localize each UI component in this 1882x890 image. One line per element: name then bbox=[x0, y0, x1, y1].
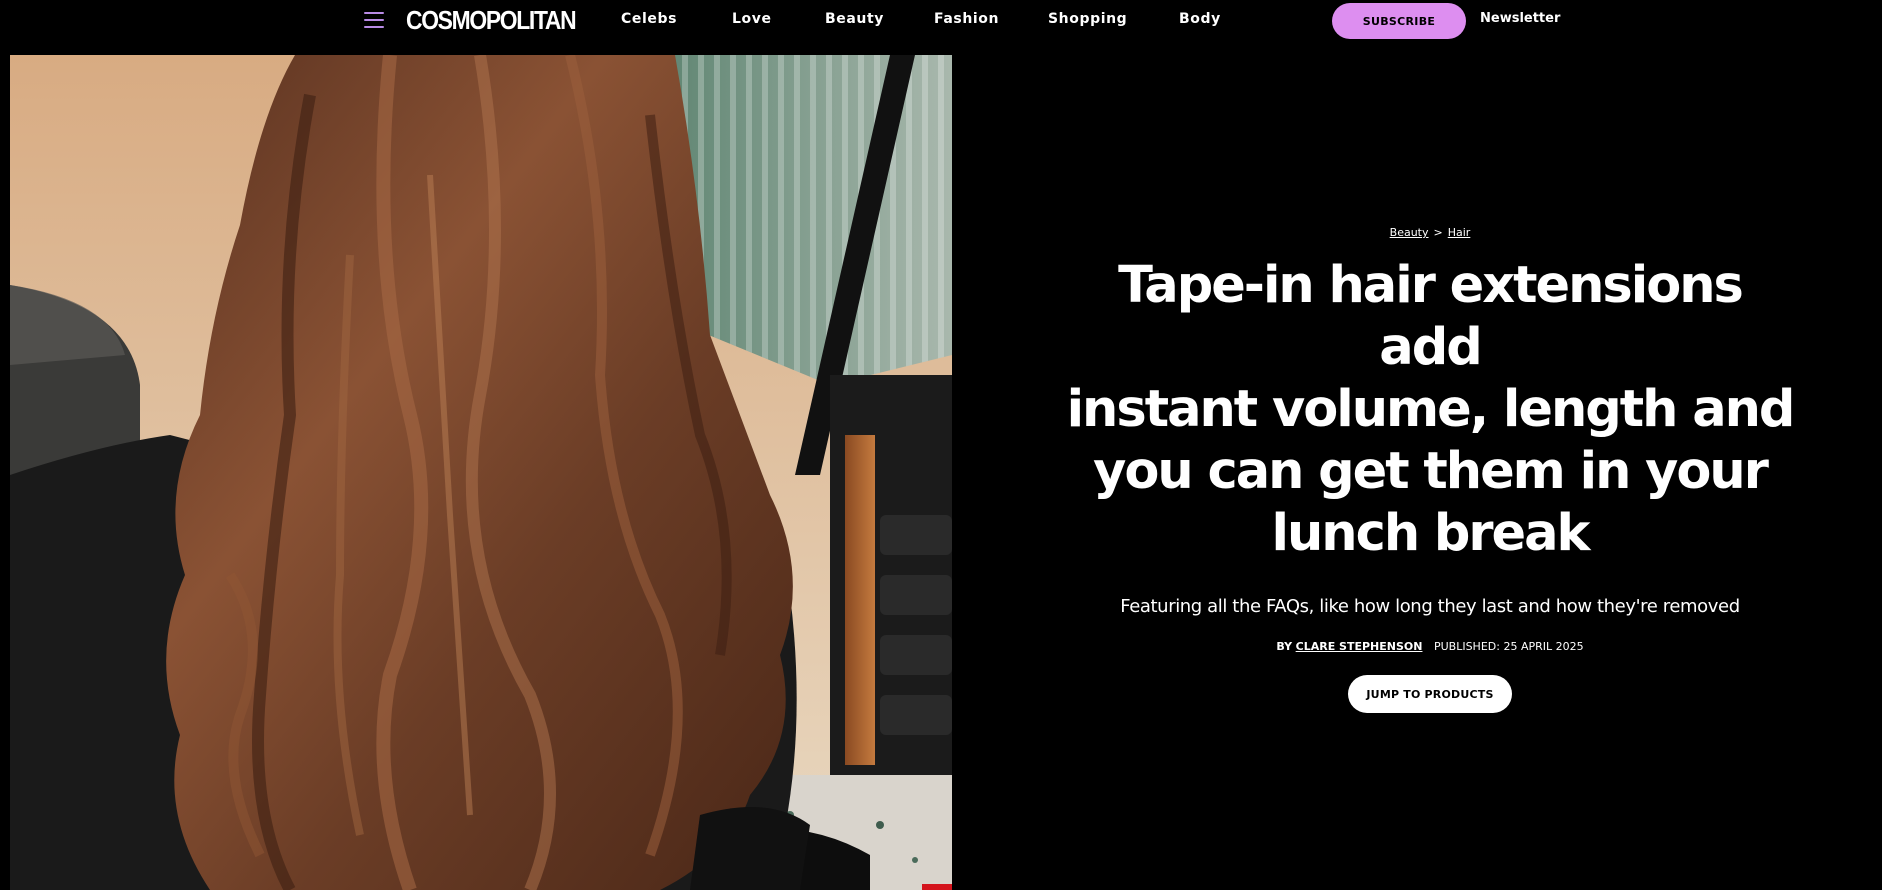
breadcrumb-link-hair[interactable]: Hair bbox=[1448, 226, 1471, 239]
nav-link-love[interactable]: Love bbox=[732, 10, 772, 28]
nav-link-celebs[interactable]: Celebs bbox=[621, 10, 677, 28]
publish-date: PUBLISHED: 25 APRIL 2025 bbox=[1433, 640, 1584, 653]
headline-line: you can get them in your bbox=[1093, 442, 1769, 501]
nav-link-fashion[interactable]: Fashion bbox=[934, 10, 999, 28]
article-headline: Tape-in hair extensions add instant volu… bbox=[1060, 255, 1800, 565]
jump-to-products-button[interactable]: JUMP TO PRODUCTS bbox=[1348, 675, 1512, 713]
byline-prefix: BY bbox=[1276, 640, 1293, 653]
byline: BY CLARE STEPHENSON PUBLISHED: 25 APRIL … bbox=[1060, 639, 1800, 655]
breadcrumb-separator: > bbox=[1433, 226, 1443, 239]
headline-line: lunch break bbox=[1271, 504, 1591, 563]
headline-line: instant volume, length and bbox=[1066, 380, 1796, 439]
corner-marker bbox=[922, 884, 952, 890]
newsletter-link[interactable]: Newsletter bbox=[1480, 10, 1560, 28]
headline-line: Tape-in hair extensions add bbox=[1118, 256, 1744, 377]
breadcrumb-link-beauty[interactable]: Beauty bbox=[1390, 226, 1429, 239]
breadcrumb: Beauty > Hair bbox=[1060, 225, 1800, 241]
hamburger-menu-icon[interactable] bbox=[364, 11, 384, 29]
article-dek: Featuring all the FAQs, like how long th… bbox=[1120, 596, 1740, 617]
site-logo[interactable]: COSMOPOLITAN bbox=[406, 5, 577, 35]
article-header: Beauty > Hair Tape-in hair extensions add … bbox=[1060, 225, 1800, 713]
nav-link-shopping[interactable]: Shopping bbox=[1048, 10, 1127, 28]
nav-link-body[interactable]: Body bbox=[1179, 10, 1221, 28]
nav-link-beauty[interactable]: Beauty bbox=[825, 10, 884, 28]
top-navigation: COSMOPOLITAN Celebs Love Beauty Fashion … bbox=[0, 0, 1882, 40]
author-link[interactable]: CLARE STEPHENSON bbox=[1296, 640, 1423, 653]
subscribe-button[interactable]: SUBSCRIBE bbox=[1332, 3, 1466, 39]
hero-image bbox=[10, 55, 952, 890]
